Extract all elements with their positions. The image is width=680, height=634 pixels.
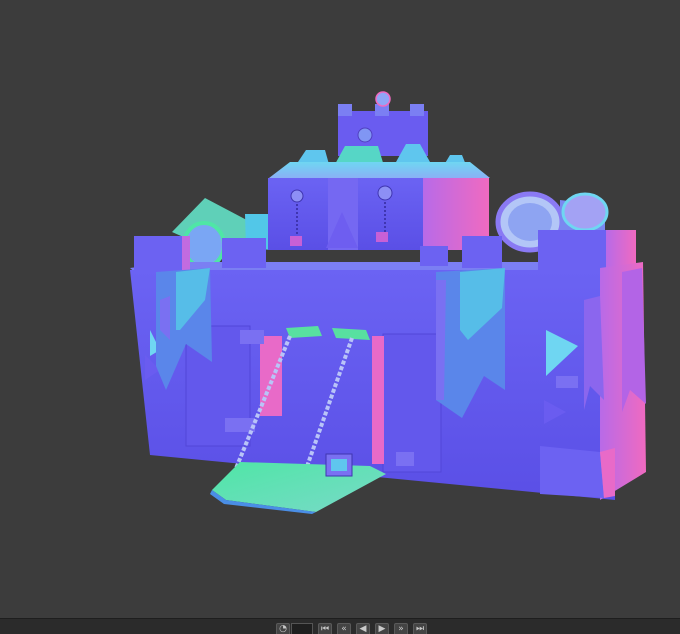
next-key-icon[interactable]: » (394, 623, 408, 634)
play-icon[interactable]: ▶ (375, 623, 389, 634)
skip-to-start-icon[interactable]: ⏮ (318, 623, 332, 634)
3d-viewport[interactable] (0, 0, 680, 618)
skip-to-end-icon[interactable]: ⏭ (413, 623, 427, 634)
castle-model[interactable] (0, 0, 680, 618)
castle-keep (268, 91, 490, 250)
previous-key-icon[interactable]: « (337, 623, 351, 634)
timeline-bar: ◔ ⏮ « ◀ ▶ » ⏭ (0, 618, 680, 634)
frame-field[interactable] (291, 623, 313, 634)
time-picker-icon[interactable]: ◔ (276, 623, 290, 634)
step-back-icon[interactable]: ◀ (356, 623, 370, 634)
